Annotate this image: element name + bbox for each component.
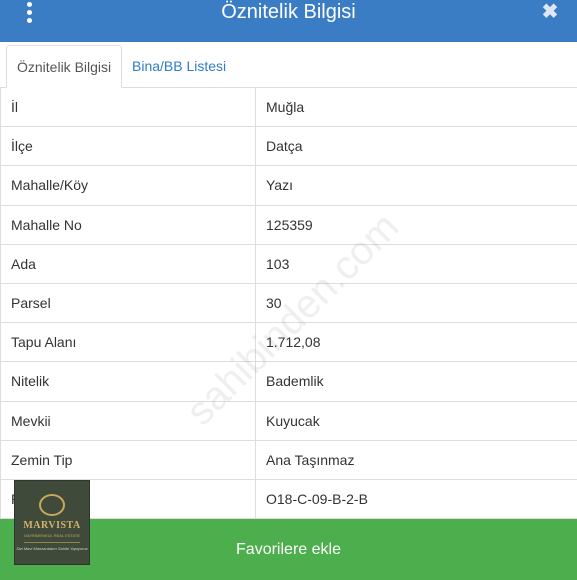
attribute-value: Kuyucak [266, 412, 320, 429]
agency-logo: MARVISTA GAYRİMENKUL REAL ESTATE Sizi Ma… [14, 480, 90, 565]
table-row: Zemin Tip Ana Taşınmaz [1, 440, 577, 480]
logo-divider [24, 542, 80, 543]
table-row: Tapu Alanı 1.712,08 [1, 323, 577, 363]
attribute-label: Mahalle No [1, 205, 256, 244]
table-row: Mevkii Kuyucak [1, 401, 577, 441]
attribute-label: İl [1, 88, 256, 127]
table-row: İl Muğla [1, 88, 577, 128]
dialog-title: Öznitelik Bilgisi [221, 1, 356, 23]
attribute-label: Parsel [1, 283, 256, 323]
logo-name: MARVISTA [23, 520, 81, 531]
logo-subtitle: GAYRİMENKUL REAL ESTATE [23, 533, 81, 538]
attribute-label: Mahalle/Köy [1, 166, 256, 205]
table-row: Nitelik Bademlik [1, 362, 577, 402]
attribute-label: Ada [1, 244, 256, 283]
dialog-header: Öznitelik Bilgisi ✖ [0, 0, 577, 42]
attribute-label: Tapu Alanı [1, 323, 256, 362]
attribute-value: Muğla [266, 99, 305, 116]
table-row: İlçe Datça [1, 127, 577, 167]
attribute-label: İlçe [1, 127, 256, 166]
logo-emblem-icon [39, 494, 65, 516]
attribute-label: Nitelik [1, 362, 256, 401]
table-row: Mahalle/Köy Yazı [1, 166, 577, 206]
table-row: Parsel 30 [1, 283, 577, 324]
attribute-value: Yazı [266, 177, 293, 194]
close-icon[interactable]: ✖ [539, 0, 561, 24]
attribute-value: Bademlik [266, 373, 324, 390]
tab-building-list[interactable]: Bina/BB Listesi [122, 45, 236, 88]
attribute-value: 125359 [266, 216, 313, 233]
attribute-label: Mevkii [1, 401, 256, 440]
tab-attribute-info[interactable]: Öznitelik Bilgisi [6, 45, 123, 88]
attribute-value: 30 [266, 295, 282, 312]
tab-bar: Öznitelik Bilgisi Bina/BB Listesi [0, 42, 577, 88]
attribute-value: Datça [266, 138, 303, 155]
table-row: Ada 103 [1, 244, 577, 284]
attribute-value: 1.712,08 [266, 334, 321, 351]
logo-tagline: Sizi Mavi Manzaraların Sahibi Yapıyoruz [16, 546, 88, 551]
attribute-value: O18-C-09-B-2-B [266, 490, 368, 507]
attribute-value: 103 [266, 255, 290, 272]
attribute-value: Ana Taşınmaz [266, 451, 355, 468]
attribute-table: İl Muğla İlçe Datça Mahalle/Köy Yazı Mah… [0, 88, 577, 520]
table-row: Mahalle No 125359 [1, 205, 577, 245]
attribute-label: Zemin Tip [1, 440, 256, 479]
